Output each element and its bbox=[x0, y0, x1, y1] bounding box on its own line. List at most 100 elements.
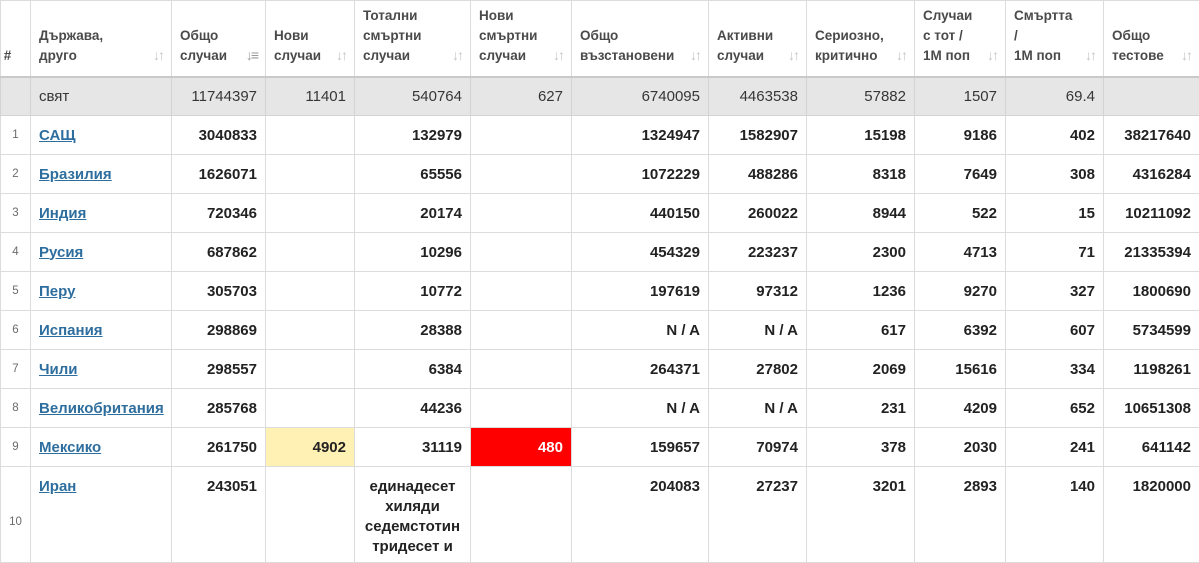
column-header-label: Общотестове bbox=[1112, 26, 1191, 66]
total-recovered-cell: 1324947 bbox=[572, 116, 709, 155]
table-header: #Държава,друго↓↑Общослучаи↓≡Новислучаи↓↑… bbox=[1, 1, 1199, 77]
row-index: 3 bbox=[1, 194, 31, 233]
column-header-label: Новисмъртнислучаи bbox=[479, 6, 563, 66]
total-deaths-cell: единадесет хиляди седемстотин тридесет и bbox=[355, 467, 471, 563]
cases-per-million-cell: 4209 bbox=[915, 389, 1006, 428]
country-cell: Индия bbox=[31, 194, 172, 233]
total-recovered-cell: 159657 bbox=[572, 428, 709, 467]
table-row: 9Мексико26175049023111948015965770974378… bbox=[1, 428, 1199, 467]
country-link[interactable]: Перу bbox=[39, 283, 75, 300]
sort-arrows-icon[interactable]: ↓↑ bbox=[553, 45, 563, 65]
table-row: 8Великобритания28576844236N / AN / A2314… bbox=[1, 389, 1199, 428]
country-link[interactable]: Чили bbox=[39, 361, 78, 378]
total-recovered-cell: 454329 bbox=[572, 233, 709, 272]
deaths-per-million-cell: 652 bbox=[1006, 389, 1104, 428]
sort-arrows-icon[interactable]: ↓↑ bbox=[452, 45, 462, 65]
column-header-active-cases[interactable]: Активнислучаи↓↑ bbox=[709, 1, 807, 77]
total-deaths-cell: 65556 bbox=[355, 155, 471, 194]
country-cell: Перу bbox=[31, 272, 172, 311]
sort-desc-icon[interactable]: ↓≡ bbox=[246, 45, 257, 65]
sort-arrows-icon[interactable]: ↓↑ bbox=[690, 45, 700, 65]
sort-arrows-icon[interactable]: ↓↑ bbox=[987, 45, 997, 65]
country-link[interactable]: Великобритания bbox=[39, 400, 164, 417]
row-index: 1 bbox=[1, 116, 31, 155]
active-cases-cell: 70974 bbox=[709, 428, 807, 467]
total-recovered-cell: 264371 bbox=[572, 350, 709, 389]
total-recovered-cell: 440150 bbox=[572, 194, 709, 233]
row-index: 8 bbox=[1, 389, 31, 428]
new-deaths-cell bbox=[471, 194, 572, 233]
cases-per-million-cell: 7649 bbox=[915, 155, 1006, 194]
sort-arrows-icon[interactable]: ↓↑ bbox=[1181, 45, 1191, 65]
total-cases-cell: 243051 bbox=[172, 467, 266, 563]
total-recovered-cell: 6740095 bbox=[572, 77, 709, 116]
new-deaths-cell bbox=[471, 467, 572, 563]
row-index: 10 bbox=[1, 467, 31, 563]
serious-critical-cell: 2069 bbox=[807, 350, 915, 389]
total-tests-cell: 38217640 bbox=[1104, 116, 1199, 155]
deaths-per-million-cell: 15 bbox=[1006, 194, 1104, 233]
deaths-per-million-cell: 334 bbox=[1006, 350, 1104, 389]
column-header-label: Държава,друго bbox=[39, 26, 163, 66]
new-deaths-cell: 627 bbox=[471, 77, 572, 116]
country-link[interactable]: Иран bbox=[39, 478, 76, 495]
total-tests-cell bbox=[1104, 77, 1199, 116]
total-tests-cell: 10651308 bbox=[1104, 389, 1199, 428]
active-cases-cell: 4463538 bbox=[709, 77, 807, 116]
country-link[interactable]: Индия bbox=[39, 205, 86, 222]
column-header-new-deaths[interactable]: Новисмъртнислучаи↓↑ bbox=[471, 1, 572, 77]
country-link[interactable]: САЩ bbox=[39, 127, 76, 144]
column-header-deaths-per-m[interactable]: Смъртта/1М поп↓↑ bbox=[1006, 1, 1104, 77]
country-link[interactable]: Бразилия bbox=[39, 166, 112, 183]
sort-arrows-icon[interactable]: ↓↑ bbox=[788, 45, 798, 65]
column-header-label: Сериозно,критично bbox=[815, 26, 906, 66]
total-deaths-cell: 132979 bbox=[355, 116, 471, 155]
column-header-new-cases[interactable]: Новислучаи↓↑ bbox=[266, 1, 355, 77]
country-link[interactable]: Русия bbox=[39, 244, 83, 261]
deaths-per-million-cell: 140 bbox=[1006, 467, 1104, 563]
country-cell: Бразилия bbox=[31, 155, 172, 194]
total-deaths-cell: 540764 bbox=[355, 77, 471, 116]
country-link[interactable]: Мексико bbox=[39, 439, 101, 456]
row-index: 6 bbox=[1, 311, 31, 350]
country-link[interactable]: Испания bbox=[39, 322, 103, 339]
country-cell: Русия bbox=[31, 233, 172, 272]
cases-per-million-cell: 9270 bbox=[915, 272, 1006, 311]
deaths-per-million-cell: 71 bbox=[1006, 233, 1104, 272]
new-cases-cell bbox=[266, 311, 355, 350]
sort-arrows-icon[interactable]: ↓↑ bbox=[896, 45, 906, 65]
column-header-label: Смъртта/1М поп bbox=[1014, 6, 1095, 66]
row-index: 9 bbox=[1, 428, 31, 467]
table-row: 3Индия7203462017444015026002289445221510… bbox=[1, 194, 1199, 233]
active-cases-cell: 27802 bbox=[709, 350, 807, 389]
active-cases-cell: N / A bbox=[709, 389, 807, 428]
total-tests-cell: 1820000 bbox=[1104, 467, 1199, 563]
active-cases-cell: 260022 bbox=[709, 194, 807, 233]
total-tests-cell: 641142 bbox=[1104, 428, 1199, 467]
new-deaths-cell: 480 bbox=[471, 428, 572, 467]
total-deaths-cell: 28388 bbox=[355, 311, 471, 350]
total-deaths-cell: 6384 bbox=[355, 350, 471, 389]
sort-arrows-icon[interactable]: ↓↑ bbox=[1085, 45, 1095, 65]
column-header-serious[interactable]: Сериозно,критично↓↑ bbox=[807, 1, 915, 77]
serious-critical-cell: 2300 bbox=[807, 233, 915, 272]
new-deaths-cell bbox=[471, 389, 572, 428]
cases-per-million-cell: 2893 bbox=[915, 467, 1006, 563]
sort-arrows-icon[interactable]: ↓↑ bbox=[336, 45, 346, 65]
cases-per-million-cell: 4713 bbox=[915, 233, 1006, 272]
column-header-total-recovered[interactable]: Общовъзстановени↓↑ bbox=[572, 1, 709, 77]
new-cases-cell: 4902 bbox=[266, 428, 355, 467]
active-cases-cell: 488286 bbox=[709, 155, 807, 194]
sort-arrows-icon[interactable]: ↓↑ bbox=[153, 45, 163, 65]
column-header-cases-per-m[interactable]: Случаис тот /1М поп↓↑ bbox=[915, 1, 1006, 77]
world-total-row: свят 11744397 11401 540764 627 6740095 4… bbox=[1, 77, 1199, 116]
column-header-country[interactable]: Държава,друго↓↑ bbox=[31, 1, 172, 77]
deaths-per-million-cell: 241 bbox=[1006, 428, 1104, 467]
active-cases-cell: 223237 bbox=[709, 233, 807, 272]
column-header-total-cases[interactable]: Общослучаи↓≡ bbox=[172, 1, 266, 77]
total-cases-cell: 298869 bbox=[172, 311, 266, 350]
new-deaths-cell bbox=[471, 350, 572, 389]
serious-critical-cell: 617 bbox=[807, 311, 915, 350]
column-header-total-tests[interactable]: Общотестове↓↑ bbox=[1104, 1, 1199, 77]
column-header-total-deaths[interactable]: Тоталнисмъртнислучаи↓↑ bbox=[355, 1, 471, 77]
